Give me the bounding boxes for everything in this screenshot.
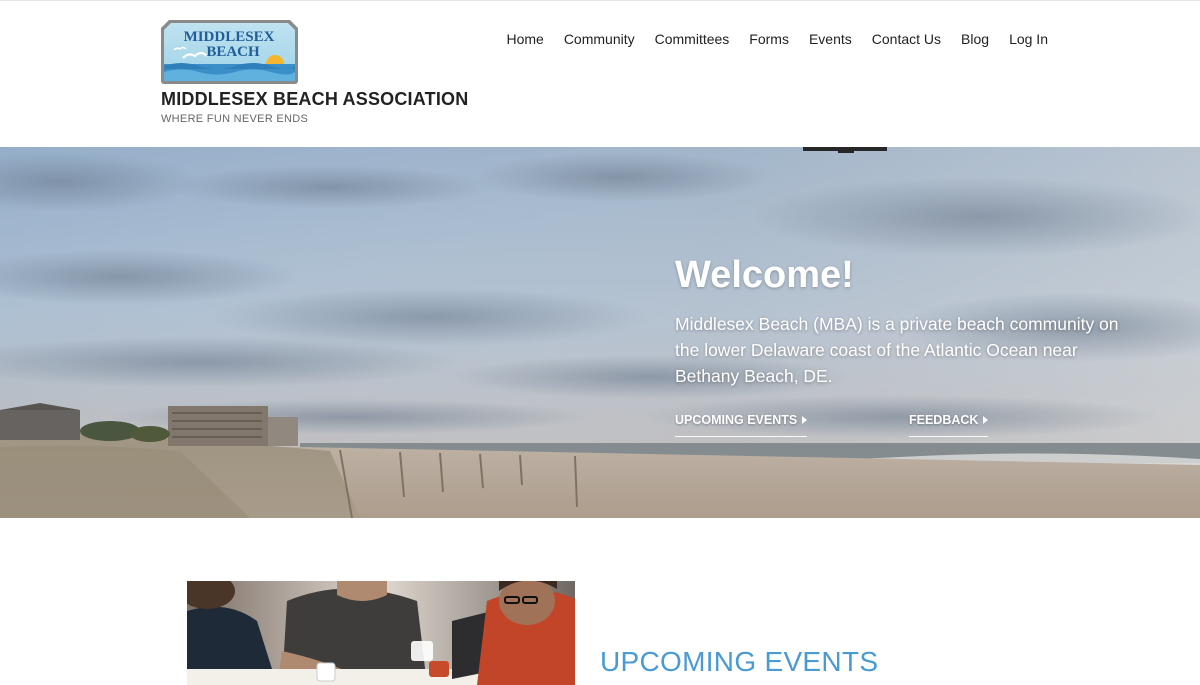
nav-events[interactable]: Events: [809, 31, 852, 47]
people-meeting-image: [187, 581, 575, 685]
site-header: MIDDLESEX BEACH MIDDLESEX BEACH ASSOCIAT…: [0, 0, 1200, 147]
hero-links: UPCOMING EVENTS FEEDBACK: [675, 413, 1145, 443]
hero-banner: Welcome! Middlesex Beach (MBA) is a priv…: [0, 147, 1200, 518]
caret-right-icon: [983, 416, 989, 424]
hero-title: Welcome!: [675, 254, 854, 296]
nav-home[interactable]: Home: [506, 31, 543, 47]
upcoming-events-heading: UPCOMING EVENTS: [600, 646, 879, 677]
feedback-link[interactable]: FEEDBACK: [909, 413, 989, 437]
main-navigation: Home Community Committees Forms Events C…: [506, 31, 1048, 47]
nav-committees[interactable]: Committees: [655, 31, 730, 47]
nav-community[interactable]: Community: [564, 31, 635, 47]
nav-contact-us[interactable]: Contact Us: [872, 31, 941, 47]
site-title[interactable]: MIDDLESEX BEACH ASSOCIATION: [161, 89, 468, 110]
hero-description: Middlesex Beach (MBA) is a private beach…: [675, 314, 1119, 386]
svg-text:MIDDLESEX: MIDDLESEX: [184, 29, 275, 45]
caret-right-icon: [802, 416, 808, 424]
nav-log-in[interactable]: Log In: [1009, 31, 1048, 47]
svg-text:BEACH: BEACH: [206, 44, 260, 60]
events-photo: [187, 581, 575, 685]
site-tagline: WHERE FUN NEVER ENDS: [161, 113, 309, 125]
logo-image: MIDDLESEX BEACH: [161, 20, 298, 84]
site-logo[interactable]: MIDDLESEX BEACH: [161, 20, 298, 84]
nav-forms[interactable]: Forms: [749, 31, 789, 47]
hero-content: Welcome! Middlesex Beach (MBA) is a priv…: [675, 254, 1145, 443]
feedback-link-label: FEEDBACK: [909, 413, 979, 427]
upcoming-events-link[interactable]: UPCOMING EVENTS: [675, 413, 808, 437]
upcoming-events-link-label: UPCOMING EVENTS: [675, 413, 798, 427]
nav-blog[interactable]: Blog: [961, 31, 989, 47]
